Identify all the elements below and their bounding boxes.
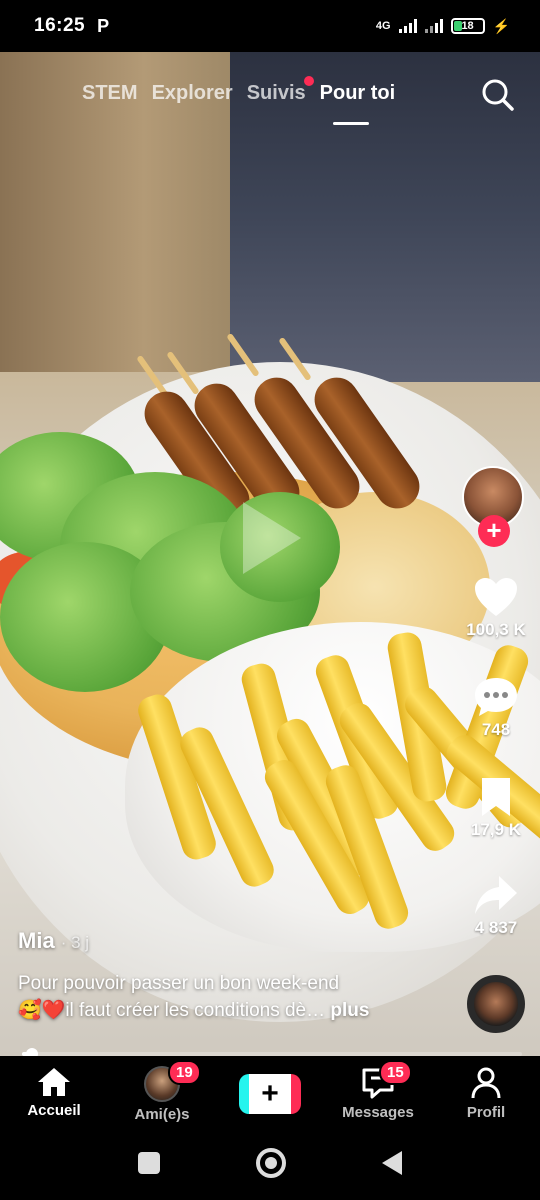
nav-messages[interactable]: 15 Messages — [324, 1056, 432, 1126]
active-tab-indicator — [333, 122, 369, 125]
caption-line-1: Pour pouvoir passer un bon week-end — [18, 973, 340, 994]
emoji-icon: 🥰❤️ — [18, 1000, 66, 1021]
system-nav-bar — [0, 1126, 540, 1200]
nav-profile-label: Profil — [466, 1104, 506, 1121]
search-icon[interactable] — [481, 78, 515, 112]
see-more-link[interactable]: plus — [330, 1000, 369, 1021]
friends-badge: 19 — [168, 1060, 201, 1085]
comment-button[interactable]: 748 — [458, 676, 534, 740]
caption-line-2: il faut créer les conditions dè… — [65, 1000, 326, 1021]
recents-icon[interactable] — [138, 1152, 160, 1174]
like-count: 100,3 K — [466, 620, 526, 639]
author-name[interactable]: Mia — [18, 928, 55, 953]
charging-icon: ⚡ — [492, 17, 510, 34]
battery-level: 18 — [461, 20, 474, 32]
app-notification-icon: P — [97, 15, 110, 36]
nav-create[interactable]: + — [216, 1056, 324, 1126]
post-age: · 3 j — [60, 933, 90, 952]
back-icon[interactable] — [382, 1151, 402, 1175]
tab-following-label: Suivis — [246, 82, 306, 104]
status-icons: 4G 18 ⚡ — [376, 18, 510, 35]
nav-home-label: Accueil — [27, 1102, 81, 1119]
tab-for-you[interactable]: Pour toi — [320, 82, 396, 105]
status-bar: 16:25 P 4G 18 ⚡ — [0, 0, 540, 52]
comment-icon — [475, 678, 517, 716]
like-button[interactable]: 100,3 K — [458, 576, 534, 640]
bottom-nav: Accueil 19 Ami(e)s + 15 Messages Profil — [0, 1056, 540, 1126]
tab-following[interactable]: Suivis — [246, 76, 314, 105]
profile-icon — [471, 1067, 501, 1099]
bookmark-icon — [482, 778, 510, 816]
share-count: 4 837 — [474, 918, 518, 937]
share-button[interactable]: 4 837 — [458, 874, 534, 938]
network-type: 4G — [375, 20, 391, 32]
nav-messages-label: Messages — [342, 1104, 414, 1121]
nav-home[interactable]: Accueil — [0, 1056, 108, 1126]
save-button[interactable]: 17,9 K — [458, 776, 534, 840]
tab-explorer[interactable]: Explorer — [152, 82, 233, 105]
play-icon[interactable] — [243, 502, 301, 574]
tab-stem[interactable]: STEM — [82, 82, 138, 105]
comment-count: 748 — [481, 720, 511, 739]
share-arrow-icon — [475, 876, 517, 914]
plus-icon: + — [261, 1077, 279, 1110]
music-disc[interactable] — [467, 975, 525, 1033]
follow-plus-button[interactable]: + — [478, 515, 510, 547]
clock: 16:25 — [34, 15, 86, 36]
feed-tabs: STEM Explorer Suivis Pour toi — [82, 76, 396, 105]
home-circle-icon[interactable] — [256, 1148, 286, 1178]
battery-icon: 18 — [450, 18, 485, 34]
signal-icon-2 — [424, 19, 443, 33]
create-button[interactable]: + — [239, 1074, 301, 1114]
home-icon — [38, 1068, 70, 1096]
heart-icon — [475, 578, 517, 616]
nav-profile[interactable]: Profil — [432, 1056, 540, 1126]
signal-icon — [398, 19, 417, 33]
author-line: Mia · 3 j — [18, 928, 89, 954]
post-caption[interactable]: Pour pouvoir passer un bon week-end 🥰❤️i… — [18, 970, 448, 1024]
new-content-dot — [303, 76, 314, 86]
messages-badge: 15 — [379, 1060, 412, 1085]
nav-friends-label: Ami(e)s — [134, 1106, 190, 1123]
nav-friends[interactable]: 19 Ami(e)s — [108, 1056, 216, 1126]
save-count: 17,9 K — [470, 820, 522, 839]
